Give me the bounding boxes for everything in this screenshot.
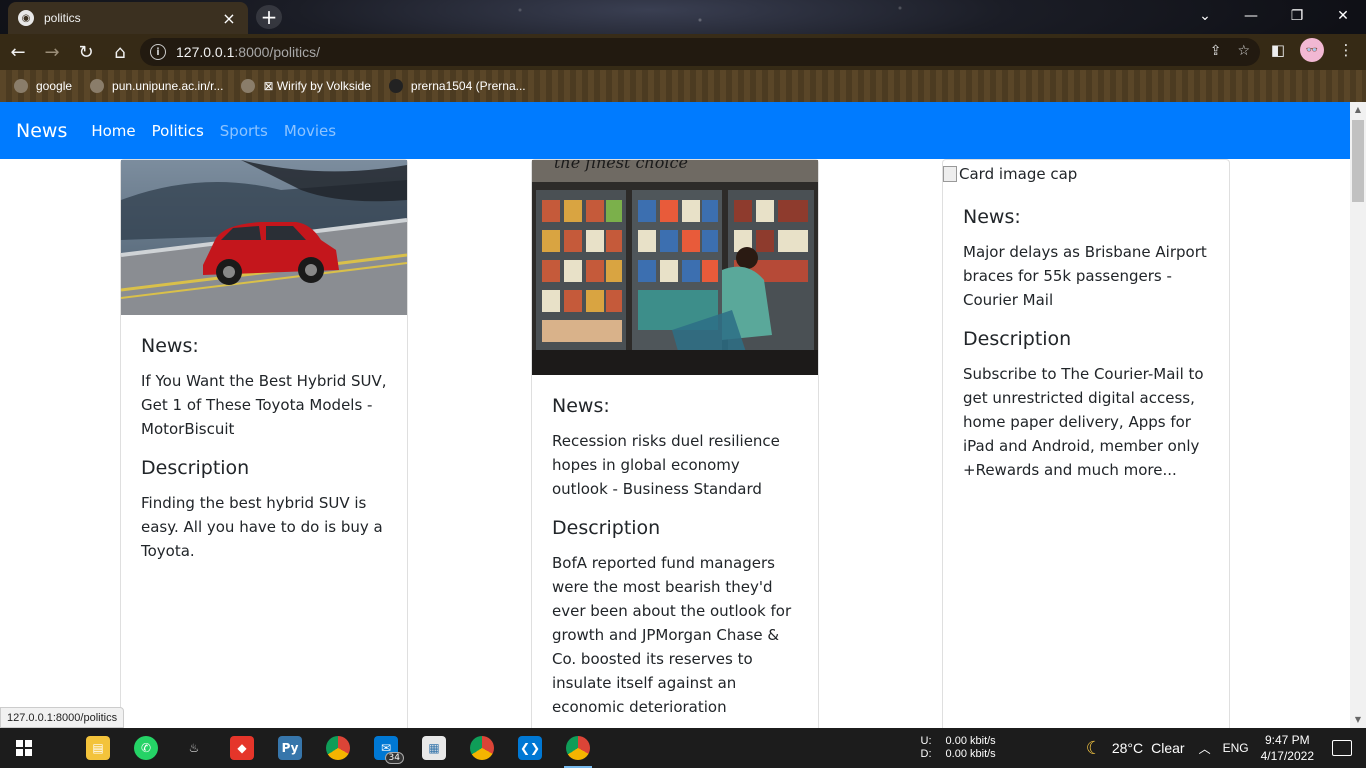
- taskbar-clock[interactable]: 9:47 PM 4/17/2022: [1261, 732, 1314, 764]
- browser-toolbar: ← → ↻ ⌂ i 127.0.0.1:8000/politics/ ⇪ ☆ ◧…: [0, 34, 1366, 70]
- globe-icon: [14, 79, 28, 93]
- browser-chrome: ◉ politics × + ⌄ — ❐ ✕ ← → ↻ ⌂ i 127.0.0…: [0, 0, 1366, 102]
- side-panel-icon[interactable]: ◧: [1268, 41, 1288, 59]
- new-tab-button[interactable]: +: [256, 5, 282, 29]
- restore-button[interactable]: ❐: [1274, 0, 1320, 32]
- github-icon: [388, 79, 403, 93]
- card-description-heading: Description: [963, 328, 1072, 350]
- close-window-button[interactable]: ✕: [1320, 0, 1366, 32]
- windows-logo-icon: [16, 740, 32, 756]
- nav-link-sports[interactable]: Sports: [220, 122, 268, 140]
- card-image-alt: Card image cap: [959, 165, 1078, 183]
- card-image-grocery: the finest choice: [532, 160, 818, 375]
- news-card: Card image cap News: Major delays as Bri…: [942, 159, 1230, 728]
- mail-badge: 34: [384, 752, 404, 764]
- scroll-up-arrow[interactable]: ▲: [1350, 102, 1366, 118]
- python-icon[interactable]: Py: [266, 728, 314, 768]
- menu-icon[interactable]: ⋮: [1336, 41, 1356, 59]
- card-description-text: Subscribe to The Courier-Mail to get unr…: [963, 365, 1204, 479]
- link-status-bubble: 127.0.0.1:8000/politics: [0, 707, 125, 728]
- news-card: News: If You Want the Best Hybrid SUV, G…: [120, 159, 408, 728]
- card-image-suv: [121, 160, 407, 315]
- card-description-heading: Description: [141, 457, 250, 479]
- chrome-active-icon[interactable]: [554, 728, 602, 768]
- card-news-text: Recession risks duel resilience hopes in…: [552, 432, 780, 498]
- card-news-heading: News:: [552, 395, 610, 417]
- nav-link-movies[interactable]: Movies: [284, 122, 336, 140]
- chrome-icon[interactable]: [314, 728, 362, 768]
- window-controls: ⌄ — ❐ ✕: [1182, 0, 1366, 32]
- minimize-button[interactable]: —: [1228, 0, 1274, 32]
- language-indicator[interactable]: ENG: [1223, 741, 1249, 755]
- java-icon[interactable]: ♨: [170, 728, 218, 768]
- globe-icon: ◉: [18, 10, 34, 26]
- mail-icon[interactable]: ✉ 34: [362, 728, 410, 768]
- tab-strip: ◉ politics × + ⌄ — ❐ ✕: [0, 0, 1366, 34]
- weather-widget[interactable]: ☾ 28°C Clear: [1086, 738, 1185, 759]
- globe-icon: [241, 79, 256, 93]
- share-icon[interactable]: ⇪: [1210, 43, 1222, 59]
- bookmark-github[interactable]: prerna1504 (Prerna...: [388, 79, 526, 93]
- system-tray: U: D: 0.00 kbit/s 0.00 kbit/s ☾ 28°C Cle…: [921, 728, 1366, 768]
- card-description-heading: Description: [552, 517, 661, 539]
- reload-button[interactable]: ↻: [70, 36, 102, 68]
- nav-link-home[interactable]: Home: [91, 122, 135, 140]
- navbar-brand[interactable]: News: [16, 120, 67, 142]
- bookmarks-bar: google pun.unipune.ac.in/r... ⊠ Wirify b…: [0, 70, 1366, 102]
- site-navbar: News Home Politics Sports Movies: [0, 102, 1350, 159]
- nav-link-politics[interactable]: Politics: [152, 122, 204, 140]
- bookmark-google[interactable]: google: [14, 79, 72, 93]
- card-description-text: Finding the best hybrid SUV is easy. All…: [141, 494, 383, 560]
- net-speed-values: 0.00 kbit/s 0.00 kbit/s: [945, 735, 996, 760]
- home-button[interactable]: ⌂: [104, 36, 136, 68]
- tray-overflow-chevron-icon[interactable]: ︿: [1199, 740, 1211, 757]
- net-speed-labels: U: D:: [920, 735, 932, 760]
- broken-image-icon: [943, 166, 957, 182]
- bookmark-unipune[interactable]: pun.unipune.ac.in/r...: [90, 79, 223, 93]
- news-content: News: If You Want the Best Hybrid SUV, G…: [0, 159, 1350, 728]
- page-scrollbar[interactable]: ▲ ▼: [1350, 102, 1366, 728]
- windows-taskbar: ▤ ✆ ♨ ◆ Py ✉ 34 ▦ ❮❯ U: D: 0.00 kbit/s 0…: [0, 728, 1366, 768]
- back-button[interactable]: ←: [2, 36, 34, 68]
- notification-icon[interactable]: [1332, 740, 1352, 756]
- address-bar[interactable]: i 127.0.0.1:8000/politics/ ⇪ ☆: [140, 38, 1260, 66]
- red-suv-image: [121, 160, 407, 315]
- whatsapp-icon[interactable]: ✆: [122, 728, 170, 768]
- profile-avatar[interactable]: 👓: [1300, 38, 1324, 62]
- globe-icon: [90, 79, 105, 93]
- scroll-thumb[interactable]: [1352, 120, 1364, 202]
- anydesk-icon[interactable]: ◆: [218, 728, 266, 768]
- close-tab-icon[interactable]: ×: [220, 9, 238, 28]
- tab-title: politics: [44, 11, 81, 25]
- file-explorer-icon[interactable]: ▤: [74, 728, 122, 768]
- chrome-profile-icon[interactable]: [458, 728, 506, 768]
- bookmark-wirify[interactable]: ⊠ Wirify by Volkside: [241, 79, 371, 93]
- card-news-text: Major delays as Brisbane Airport braces …: [963, 243, 1207, 309]
- windows-start-button[interactable]: [0, 728, 48, 768]
- card-image-broken: Card image cap: [943, 160, 1229, 186]
- grocery-aisle-image: the finest choice: [532, 160, 818, 375]
- moon-icon: ☾: [1085, 737, 1102, 758]
- chevron-down-icon[interactable]: ⌄: [1182, 0, 1228, 32]
- site-info-icon[interactable]: i: [150, 44, 166, 60]
- bookmark-star-icon[interactable]: ☆: [1237, 43, 1250, 59]
- forward-button[interactable]: →: [36, 36, 68, 68]
- address-url[interactable]: 127.0.0.1:8000/politics/: [176, 44, 320, 60]
- vscode-icon[interactable]: ❮❯: [506, 728, 554, 768]
- card-news-heading: News:: [141, 335, 199, 357]
- card-description-text: BofA reported fund managers were the mos…: [552, 554, 792, 716]
- browser-tab[interactable]: ◉ politics ×: [8, 2, 248, 34]
- card-news-heading: News:: [963, 206, 1021, 228]
- scroll-down-arrow[interactable]: ▼: [1350, 712, 1366, 728]
- python-doc-icon[interactable]: ▦: [410, 728, 458, 768]
- news-card: the finest choice News: Recession risks …: [531, 159, 819, 728]
- card-news-text: If You Want the Best Hybrid SUV, Get 1 o…: [141, 372, 387, 438]
- grocery-sign-text: the finest choice: [554, 160, 688, 172]
